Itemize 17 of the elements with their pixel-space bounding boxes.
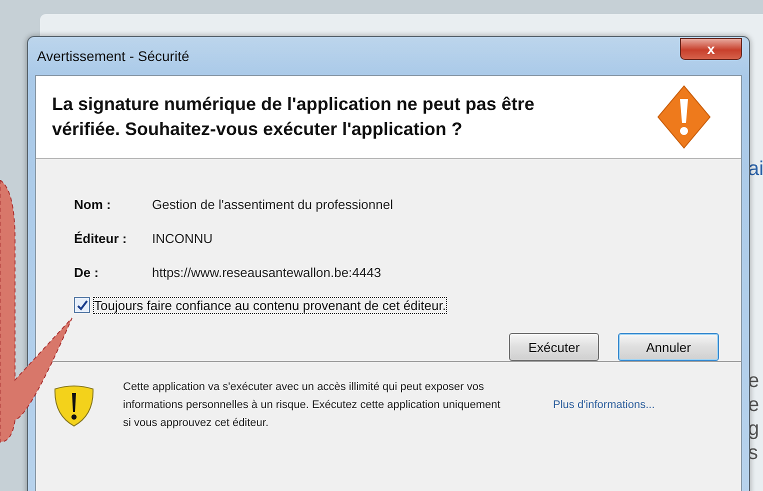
field-label: Nom :	[74, 196, 112, 212]
field-label: De :	[74, 264, 100, 280]
footer-text: Cette application va s'exécuter avec un accès illimité qui peut exposer vos informations personnelles à un risque. Exécutez cette application uniquement si vous approuvez cet éditeur.	[123, 380, 502, 431]
checkbox-label[interactable]: Toujours faire confiance au contenu provenant de cet éditeur.	[94, 298, 446, 312]
window-title: Avertissement - Sécurité	[37, 48, 190, 64]
checkbox[interactable]	[74, 297, 90, 313]
close-button[interactable]: x	[680, 38, 742, 60]
dialog-button[interactable]: Exécuter	[509, 333, 599, 361]
field-value: Gestion de l'assentiment du professionnel	[152, 196, 393, 212]
warning-message: La signature numérique de l'application ne peut pas être vérifiée. Souhaitez-vous exécuter l'application ?	[52, 93, 536, 141]
field-value: INCONNU	[152, 230, 213, 246]
dialog-button[interactable]: Annuler	[618, 333, 719, 361]
warning-icon	[657, 85, 711, 149]
more-info-link[interactable]: Plus d'informations...	[553, 399, 655, 411]
field-value: https://www.reseausantewallon.be:4443	[152, 264, 382, 280]
shield-warning-icon	[52, 383, 96, 427]
field-label: Éditeur :	[74, 230, 128, 246]
